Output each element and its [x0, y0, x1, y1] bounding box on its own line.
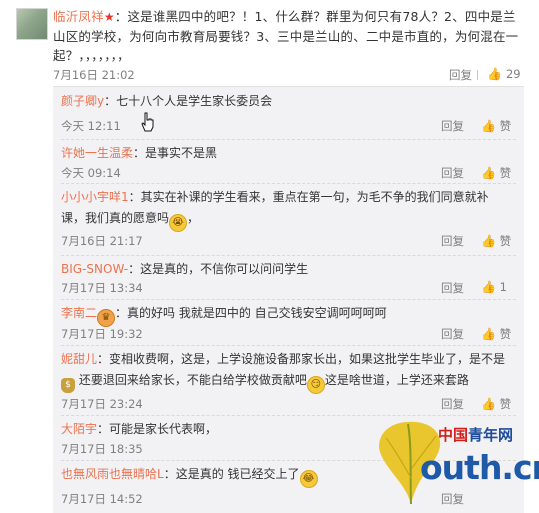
reply-text: 颜子卿y：七十八个人是学生家长委员会 [61, 91, 501, 112]
reply-button[interactable]: 回复 [441, 396, 464, 412]
like-button[interactable]: 👍 赞 [481, 396, 511, 412]
reply-username[interactable]: 许她一生温柔 [61, 146, 133, 160]
reply-body: ：真的好吗 我就是四中的 自己交钱安空调呵呵呵呵 [115, 306, 387, 320]
reply-time: 7月17日 14:52 [61, 492, 143, 506]
reply-text: 小小小宇咩1：其实在补课的学生看来，重点在第一句，为毛不争的我们同意就补课，我们… [61, 187, 501, 232]
reply-item: BIG-SNOW-：这是真的，不信你可以问问学生 7月17日 13:34 回复 … [61, 255, 516, 300]
reply-username[interactable]: 妮甜儿 [61, 352, 97, 366]
thumbs-up-icon: 👍 [481, 234, 496, 248]
thumbs-up-icon: 👍 [487, 67, 502, 81]
main-comment-time: 7月16日 21:02 [53, 68, 135, 82]
reply-body: ：七十八个人是学生家长委员会 [104, 94, 273, 108]
main-like-button[interactable]: 👍 29 [487, 67, 521, 81]
like-count: 1 [499, 280, 507, 294]
reply-button[interactable]: 回复 [441, 280, 464, 296]
like-label: 赞 [499, 166, 512, 180]
reply-time: 7月17日 13:34 [61, 281, 143, 295]
reply-item: 颜子卿y：七十八个人是学生家长委员会 今天 12:11 回复 👍 赞 [61, 87, 516, 140]
reply-text: BIG-SNOW-：这是真的，不信你可以问问学生 [61, 259, 501, 280]
reply-time: 7月17日 23:24 [61, 397, 143, 411]
reply-body-3: 这是啥世道，上学还来套路 [324, 373, 469, 387]
crown-emoji-icon: ♛ [97, 309, 116, 327]
reply-time: 今天 12:11 [61, 119, 121, 133]
reply-button[interactable]: 回复 [441, 165, 464, 181]
reply-body: ：这是真的，不信你可以问问学生 [128, 262, 309, 276]
reply-button[interactable]: 回复 [441, 118, 464, 134]
hand-cursor-icon [141, 112, 154, 132]
reply-username[interactable]: 也無风雨也無晴哈L [61, 467, 164, 481]
reply-text: 李南二 ♛ ：真的好吗 我就是四中的 自己交钱安空调呵呵呵呵 [61, 303, 501, 327]
reply-body: ：是事实不是黑 [133, 146, 218, 160]
reply-body-end: ， [187, 211, 200, 225]
watermark-brand: 中国青年网 [438, 426, 514, 444]
main-like-count: 29 [505, 67, 521, 81]
main-comment-body: ：这是谁黑四中的吧？！1、什么群？群里为何只有78人？2、四中是兰山区的学校，为… [53, 9, 519, 63]
thumbs-up-icon: 👍 [481, 397, 496, 411]
like-label: 赞 [499, 397, 512, 411]
reply-text: 许她一生温柔：是事实不是黑 [61, 143, 501, 164]
reply-item: 李南二 ♛ ：真的好吗 我就是四中的 自己交钱安空调呵呵呵呵 7月17日 19:32… [61, 299, 516, 346]
avatar[interactable] [16, 8, 48, 40]
reply-body-2: 还要退回来给家长，不能白给学校做贡献吧 [78, 373, 307, 387]
like-button[interactable]: 👍 赞 [481, 326, 511, 342]
like-label: 赞 [499, 234, 512, 248]
thumbs-up-icon: 👍 [481, 166, 496, 180]
like-button[interactable]: 👍 赞 [481, 233, 511, 249]
reply-body: ：这是真的 钱已经交上了 [163, 467, 300, 481]
reply-button[interactable]: 回复 [441, 326, 464, 342]
watermark-domain: outh.cn [420, 448, 539, 487]
reply-username[interactable]: 颜子卿y [61, 94, 104, 108]
reply-body: ：可能是家长代表啊， [97, 422, 218, 436]
like-button[interactable]: 👍 赞 [481, 165, 511, 181]
reply-item: 小小小宇咩1：其实在补课的学生看来，重点在第一句，为毛不争的我们同意就补课，我们… [61, 183, 516, 256]
like-button[interactable]: 👍 1 [481, 280, 507, 294]
thumbs-up-icon: 👍 [481, 280, 496, 294]
star-icon: ★ [103, 10, 115, 24]
reply-time: 今天 09:14 [61, 166, 121, 180]
like-label: 赞 [499, 119, 512, 133]
reply-item: 许她一生温柔：是事实不是黑 今天 09:14 回复 👍 赞 [61, 139, 516, 184]
reply-time: 7月17日 19:32 [61, 327, 143, 341]
reply-time: 7月17日 18:35 [61, 442, 143, 456]
crying-emoji-icon: 😭 [169, 214, 188, 232]
reply-username[interactable]: 李南二 [61, 306, 97, 320]
smirk-emoji-icon: 😏 [306, 376, 325, 394]
like-label: 赞 [499, 327, 512, 341]
reply-username[interactable]: BIG-SNOW- [61, 262, 128, 276]
laughing-emoji-icon: 😂 [299, 470, 318, 488]
money-bag-icon: $ [61, 378, 75, 393]
main-comment: 临沂凤祥★：这是谁黑四中的吧？！1、什么群？群里为何只有78人？2、四中是兰山区… [0, 0, 539, 86]
action-divider [477, 70, 478, 80]
main-reply-button[interactable]: 回复 [449, 67, 472, 83]
youth-cn-watermark: 中国青年网 outh.cn [376, 418, 539, 508]
main-comment-username[interactable]: 临沂凤祥 [53, 9, 104, 24]
thumbs-up-icon: 👍 [481, 327, 496, 341]
reply-item: 妮甜儿：变相收费啊，这是，上学设施设备那家长出，如果这批学生毕业了，是不是 $ 还… [61, 345, 516, 416]
reply-time: 7月16日 21:17 [61, 234, 143, 248]
main-comment-text: 临沂凤祥★：这是谁黑四中的吧？！1、什么群？群里为何只有78人？2、四中是兰山区… [53, 7, 523, 65]
thumbs-up-icon: 👍 [481, 119, 496, 133]
reply-text: 妮甜儿：变相收费啊，这是，上学设施设备那家长出，如果这批学生毕业了，是不是 $ 还… [61, 349, 513, 394]
reply-username[interactable]: 大陌宇 [61, 422, 97, 436]
like-button[interactable]: 👍 赞 [481, 118, 511, 134]
reply-username[interactable]: 小小小宇咩1 [61, 190, 129, 204]
reply-body: ：变相收费啊，这是，上学设施设备那家长出，如果这批学生毕业了，是不是 [97, 352, 506, 366]
reply-button[interactable]: 回复 [441, 233, 464, 249]
